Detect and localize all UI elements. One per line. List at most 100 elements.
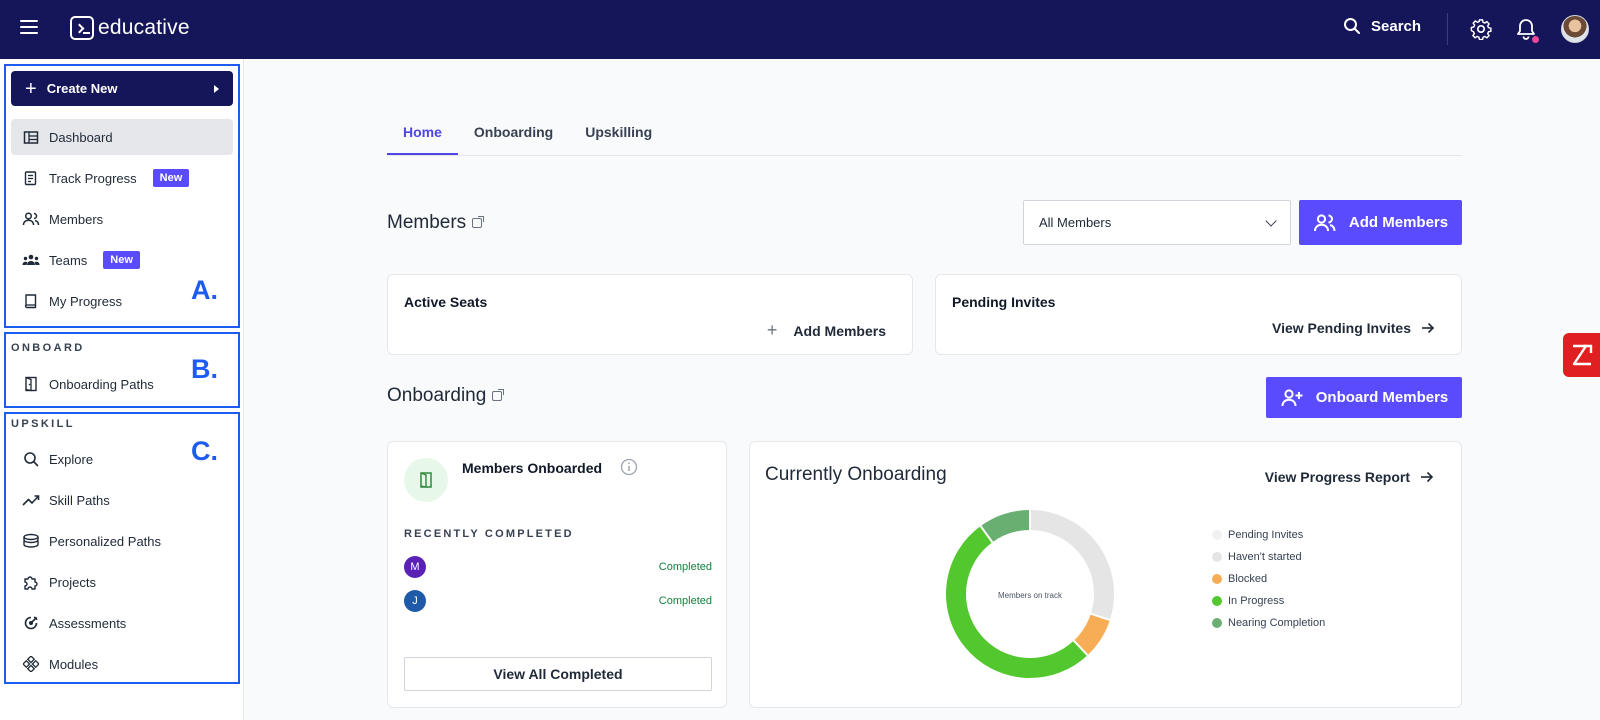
sidebar-item-members[interactable]: Members	[11, 201, 233, 237]
legend-item: Haven't started	[1212, 546, 1325, 568]
legend-item: Pending Invites	[1212, 524, 1325, 546]
currently-onboarding-card: Currently Onboarding View Progress Repor…	[749, 441, 1462, 708]
members-filter-select[interactable]: All Members	[1023, 200, 1291, 245]
onboard-members-button[interactable]: Onboard Members	[1266, 377, 1462, 418]
sidebar-item-dashboard[interactable]: Dashboard	[11, 119, 233, 155]
trend-icon	[22, 491, 40, 509]
sidebar-item-teams[interactable]: Teams New	[11, 242, 233, 278]
plus-icon: +	[25, 77, 37, 100]
section-title-upskill: UPSKILL	[11, 418, 75, 430]
pending-invites-title: Pending Invites	[952, 294, 1056, 310]
sidebar-item-personalized-paths[interactable]: Personalized Paths	[11, 523, 233, 559]
completed-status: Completed	[658, 561, 712, 573]
new-badge: New	[103, 251, 140, 269]
sidebar-item-label: Explore	[49, 451, 94, 467]
search-button[interactable]: Search	[1343, 17, 1421, 35]
legend-label: In Progress	[1228, 595, 1285, 607]
sidebar-item-label: Members	[49, 211, 104, 227]
annotation-c: C.	[191, 436, 218, 466]
external-link-icon[interactable]	[492, 389, 505, 401]
view-pending-invites-label: View Pending Invites	[1271, 320, 1411, 336]
track-progress-icon	[22, 169, 40, 187]
legend-label: Pending Invites	[1228, 529, 1304, 541]
view-progress-report-link[interactable]: View Progress Report	[1265, 469, 1434, 485]
puzzle-icon	[22, 573, 40, 591]
user-avatar[interactable]	[1561, 15, 1589, 43]
sidebar-item-label: Onboarding Paths	[49, 376, 154, 392]
donut-slice	[946, 526, 1088, 678]
members-icon	[1313, 213, 1336, 231]
members-onboarded-card: Members Onboarded RECENTLY COMPLETED M C…	[387, 441, 727, 708]
tab-onboarding[interactable]: Onboarding	[458, 112, 569, 155]
notification-dot	[1532, 36, 1539, 43]
create-new-button[interactable]: + Create New	[11, 71, 233, 106]
donut-slice	[1029, 510, 1114, 620]
top-bar: educative Search	[0, 0, 1600, 59]
hamburger-menu-icon[interactable]	[20, 20, 38, 34]
section-title-onboard: ONBOARD	[11, 342, 85, 354]
modules-icon	[22, 655, 40, 673]
add-members-link-label: Add Members	[793, 322, 886, 339]
create-new-label: Create New	[46, 81, 118, 96]
legend-label: Haven't started	[1228, 551, 1302, 563]
legend-dot	[1212, 530, 1222, 540]
sidebar-item-label: My Progress	[49, 293, 122, 309]
layers-icon	[22, 532, 40, 550]
info-icon[interactable]	[620, 458, 638, 476]
currently-onboarding-title: Currently Onboarding	[765, 464, 947, 485]
legend-dot	[1212, 574, 1222, 584]
logo-text: educative	[98, 16, 190, 39]
onboard-members-label: Onboard Members	[1315, 389, 1449, 406]
add-members-button[interactable]: Add Members	[1299, 200, 1462, 245]
legend-item: Blocked	[1212, 568, 1325, 590]
legend-item: In Progress	[1212, 590, 1325, 612]
view-pending-invites-link[interactable]: View Pending Invites	[1272, 320, 1435, 336]
search-icon	[22, 450, 40, 468]
sidebar-item-track-progress[interactable]: Track Progress New	[11, 160, 233, 196]
assessment-icon	[22, 614, 40, 632]
pending-invites-card: Pending Invites View Pending Invites	[935, 274, 1462, 355]
members-onboarded-title: Members Onboarded	[462, 460, 603, 476]
chart-legend: Pending Invites Haven't started Blocked In …	[1212, 524, 1325, 634]
add-members-label: Add Members	[1348, 214, 1449, 231]
sidebar-item-label: Projects	[49, 574, 96, 590]
logo-icon	[70, 16, 94, 40]
feedback-widget-icon[interactable]	[1563, 333, 1600, 377]
donut-slice	[1073, 613, 1110, 656]
donut-center-label: Members on track	[998, 591, 1063, 600]
active-seats-title: Active Seats	[404, 294, 488, 310]
add-members-link[interactable]: + Add Members	[767, 320, 886, 341]
legend-dot	[1212, 552, 1222, 562]
member-avatar: J	[404, 590, 426, 612]
sidebar-item-label: Skill Paths	[49, 492, 110, 508]
sidebar-item-projects[interactable]: Projects	[11, 564, 233, 600]
sidebar-item-assessments[interactable]: Assessments	[11, 605, 233, 641]
sidebar-item-label: Modules	[49, 656, 99, 672]
legend-label: Nearing Completion	[1228, 617, 1326, 629]
arrow-right-icon	[1421, 471, 1434, 483]
tab-upskilling[interactable]: Upskilling	[569, 112, 668, 155]
annotation-a: A.	[191, 275, 218, 305]
list-item: J Completed	[404, 590, 712, 612]
onboarding-donut-chart: Members on track	[946, 509, 1114, 678]
members-heading: Members	[387, 212, 467, 233]
view-progress-report-label: View Progress Report	[1264, 469, 1410, 485]
sidebar-item-modules[interactable]: Modules	[11, 646, 233, 682]
active-seats-card: Active Seats + Add Members	[387, 274, 913, 355]
completed-status: Completed	[658, 595, 712, 607]
view-all-completed-button[interactable]: View All Completed	[404, 657, 712, 691]
divider	[1447, 13, 1448, 45]
sidebar-item-skill-paths[interactable]: Skill Paths	[11, 482, 233, 518]
onboarding-title: Onboarding	[387, 385, 505, 407]
gear-icon[interactable]	[1470, 18, 1492, 40]
member-avatar: M	[404, 556, 426, 578]
search-label: Search	[1371, 17, 1422, 35]
book-icon	[22, 292, 40, 310]
list-item: M Completed	[404, 556, 712, 578]
external-link-icon[interactable]	[472, 216, 485, 228]
logo[interactable]: educative	[70, 16, 190, 40]
tab-home[interactable]: Home	[387, 112, 458, 155]
recently-completed-label: RECENTLY COMPLETED	[404, 528, 574, 540]
annotation-b: B.	[191, 354, 218, 384]
legend-label: Blocked	[1228, 573, 1268, 585]
